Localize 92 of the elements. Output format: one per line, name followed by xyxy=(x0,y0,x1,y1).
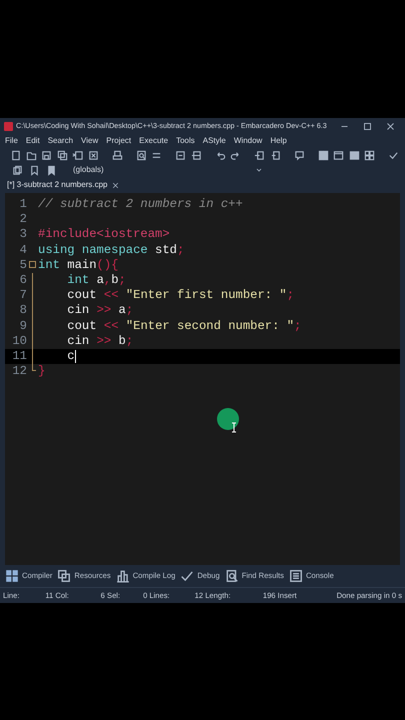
line-number: 4 xyxy=(18,242,27,258)
line-number: 2 xyxy=(18,212,27,228)
code-text: "Enter first number: " xyxy=(126,288,287,304)
code-text: int xyxy=(67,272,90,288)
code-text: b xyxy=(111,272,119,288)
code-text: ; xyxy=(118,272,126,288)
maximize-icon[interactable] xyxy=(363,122,372,130)
code-text: cout xyxy=(67,318,98,334)
code-text: // subtract 2 numbers in c++ xyxy=(38,197,243,212)
save-icon[interactable] xyxy=(41,150,52,161)
bookmark-icon[interactable] xyxy=(29,164,40,176)
menu-item[interactable]: Project xyxy=(106,135,132,147)
copy-icon[interactable] xyxy=(12,164,23,176)
comment-icon[interactable] xyxy=(294,150,304,161)
line-number: 1 xyxy=(18,197,27,212)
panel-icon[interactable] xyxy=(348,150,360,161)
code-text: ; xyxy=(294,318,302,334)
find-icon xyxy=(224,569,239,583)
window-icon[interactable] xyxy=(333,150,344,161)
close-all-icon[interactable] xyxy=(88,150,98,161)
code-text: >> xyxy=(96,334,112,349)
line-number: 10 xyxy=(11,334,27,349)
console-icon xyxy=(288,569,303,583)
code-text: a xyxy=(96,272,104,288)
text-caret xyxy=(74,350,76,363)
code-text: << xyxy=(104,318,120,334)
code-editor[interactable] xyxy=(5,193,400,565)
redo-icon[interactable] xyxy=(230,150,241,161)
click-indicator xyxy=(216,407,242,435)
code-text: ; xyxy=(286,288,294,304)
open-folder-icon[interactable] xyxy=(26,150,36,161)
line-number: 3 xyxy=(18,227,27,243)
dropdown-caret-icon xyxy=(255,166,263,174)
menu-item[interactable]: Search xyxy=(48,135,74,147)
code-text: << xyxy=(104,288,120,304)
code-text: , xyxy=(104,272,112,288)
grid-icon xyxy=(5,569,19,583)
code-text: main xyxy=(66,258,97,273)
code-text: ; xyxy=(126,334,134,349)
tab-close-icon[interactable] xyxy=(112,182,118,188)
find-icon[interactable] xyxy=(136,150,146,161)
code-text: "Enter second number: " xyxy=(126,318,294,334)
unindent-icon[interactable] xyxy=(270,150,280,161)
check-icon[interactable] xyxy=(388,150,399,161)
menu-item[interactable]: Window xyxy=(234,135,262,147)
code-text: cout xyxy=(67,288,98,304)
print-icon[interactable] xyxy=(112,150,122,161)
grid-icon[interactable] xyxy=(364,150,375,161)
code-text: a xyxy=(118,303,126,318)
code-text: std xyxy=(154,242,177,258)
code-text: #include<iostream> xyxy=(38,227,170,243)
close-icon[interactable] xyxy=(386,122,395,130)
menu-item[interactable]: Help xyxy=(270,135,287,147)
menu-item[interactable]: Edit xyxy=(26,135,40,147)
code-text: c xyxy=(67,348,75,364)
bar-chart-icon xyxy=(116,569,130,583)
code-text: >> xyxy=(96,303,112,318)
close-file-icon[interactable] xyxy=(72,150,83,161)
line-number: 8 xyxy=(18,303,27,318)
line-number: 11 xyxy=(11,348,27,364)
fold-marker-icon[interactable] xyxy=(29,260,36,268)
editor-tab[interactable]: [*] 3-subtract 2 numbers.cpp xyxy=(5,178,120,192)
code-text: ; xyxy=(176,242,184,258)
split-icon[interactable] xyxy=(190,150,202,161)
undo-icon[interactable] xyxy=(214,150,226,161)
menu-item[interactable]: File xyxy=(5,135,18,147)
line-number: 12 xyxy=(11,364,27,380)
line-number: 6 xyxy=(18,272,27,288)
scope-dropdown[interactable]: (globals) xyxy=(73,164,263,176)
menu-item[interactable]: View xyxy=(81,135,98,147)
stacked-squares-icon xyxy=(57,569,72,583)
save-all-icon[interactable] xyxy=(56,150,68,161)
code-text: (){ xyxy=(96,258,118,273)
code-text: ; xyxy=(126,303,134,318)
new-file-icon[interactable] xyxy=(10,150,21,161)
code-text: int xyxy=(38,258,60,273)
code-text: } xyxy=(38,364,46,380)
code-text: using namespace xyxy=(38,242,148,258)
check-icon xyxy=(180,569,194,583)
line-number: 9 xyxy=(18,318,27,334)
line-number: 5 xyxy=(18,258,27,273)
line-number: 7 xyxy=(18,288,27,304)
app-logo-icon xyxy=(4,122,13,130)
menu-item[interactable]: Execute xyxy=(139,135,168,147)
bookmarks-icon[interactable] xyxy=(46,164,57,176)
code-text: cin xyxy=(67,303,90,318)
fold-end-line xyxy=(32,364,36,372)
menu-item[interactable]: AStyle xyxy=(202,135,226,147)
code-text: cin xyxy=(67,334,90,349)
indent-icon[interactable] xyxy=(254,150,265,161)
menu-item[interactable]: Tools xyxy=(176,135,195,147)
code-text: b xyxy=(118,334,126,349)
